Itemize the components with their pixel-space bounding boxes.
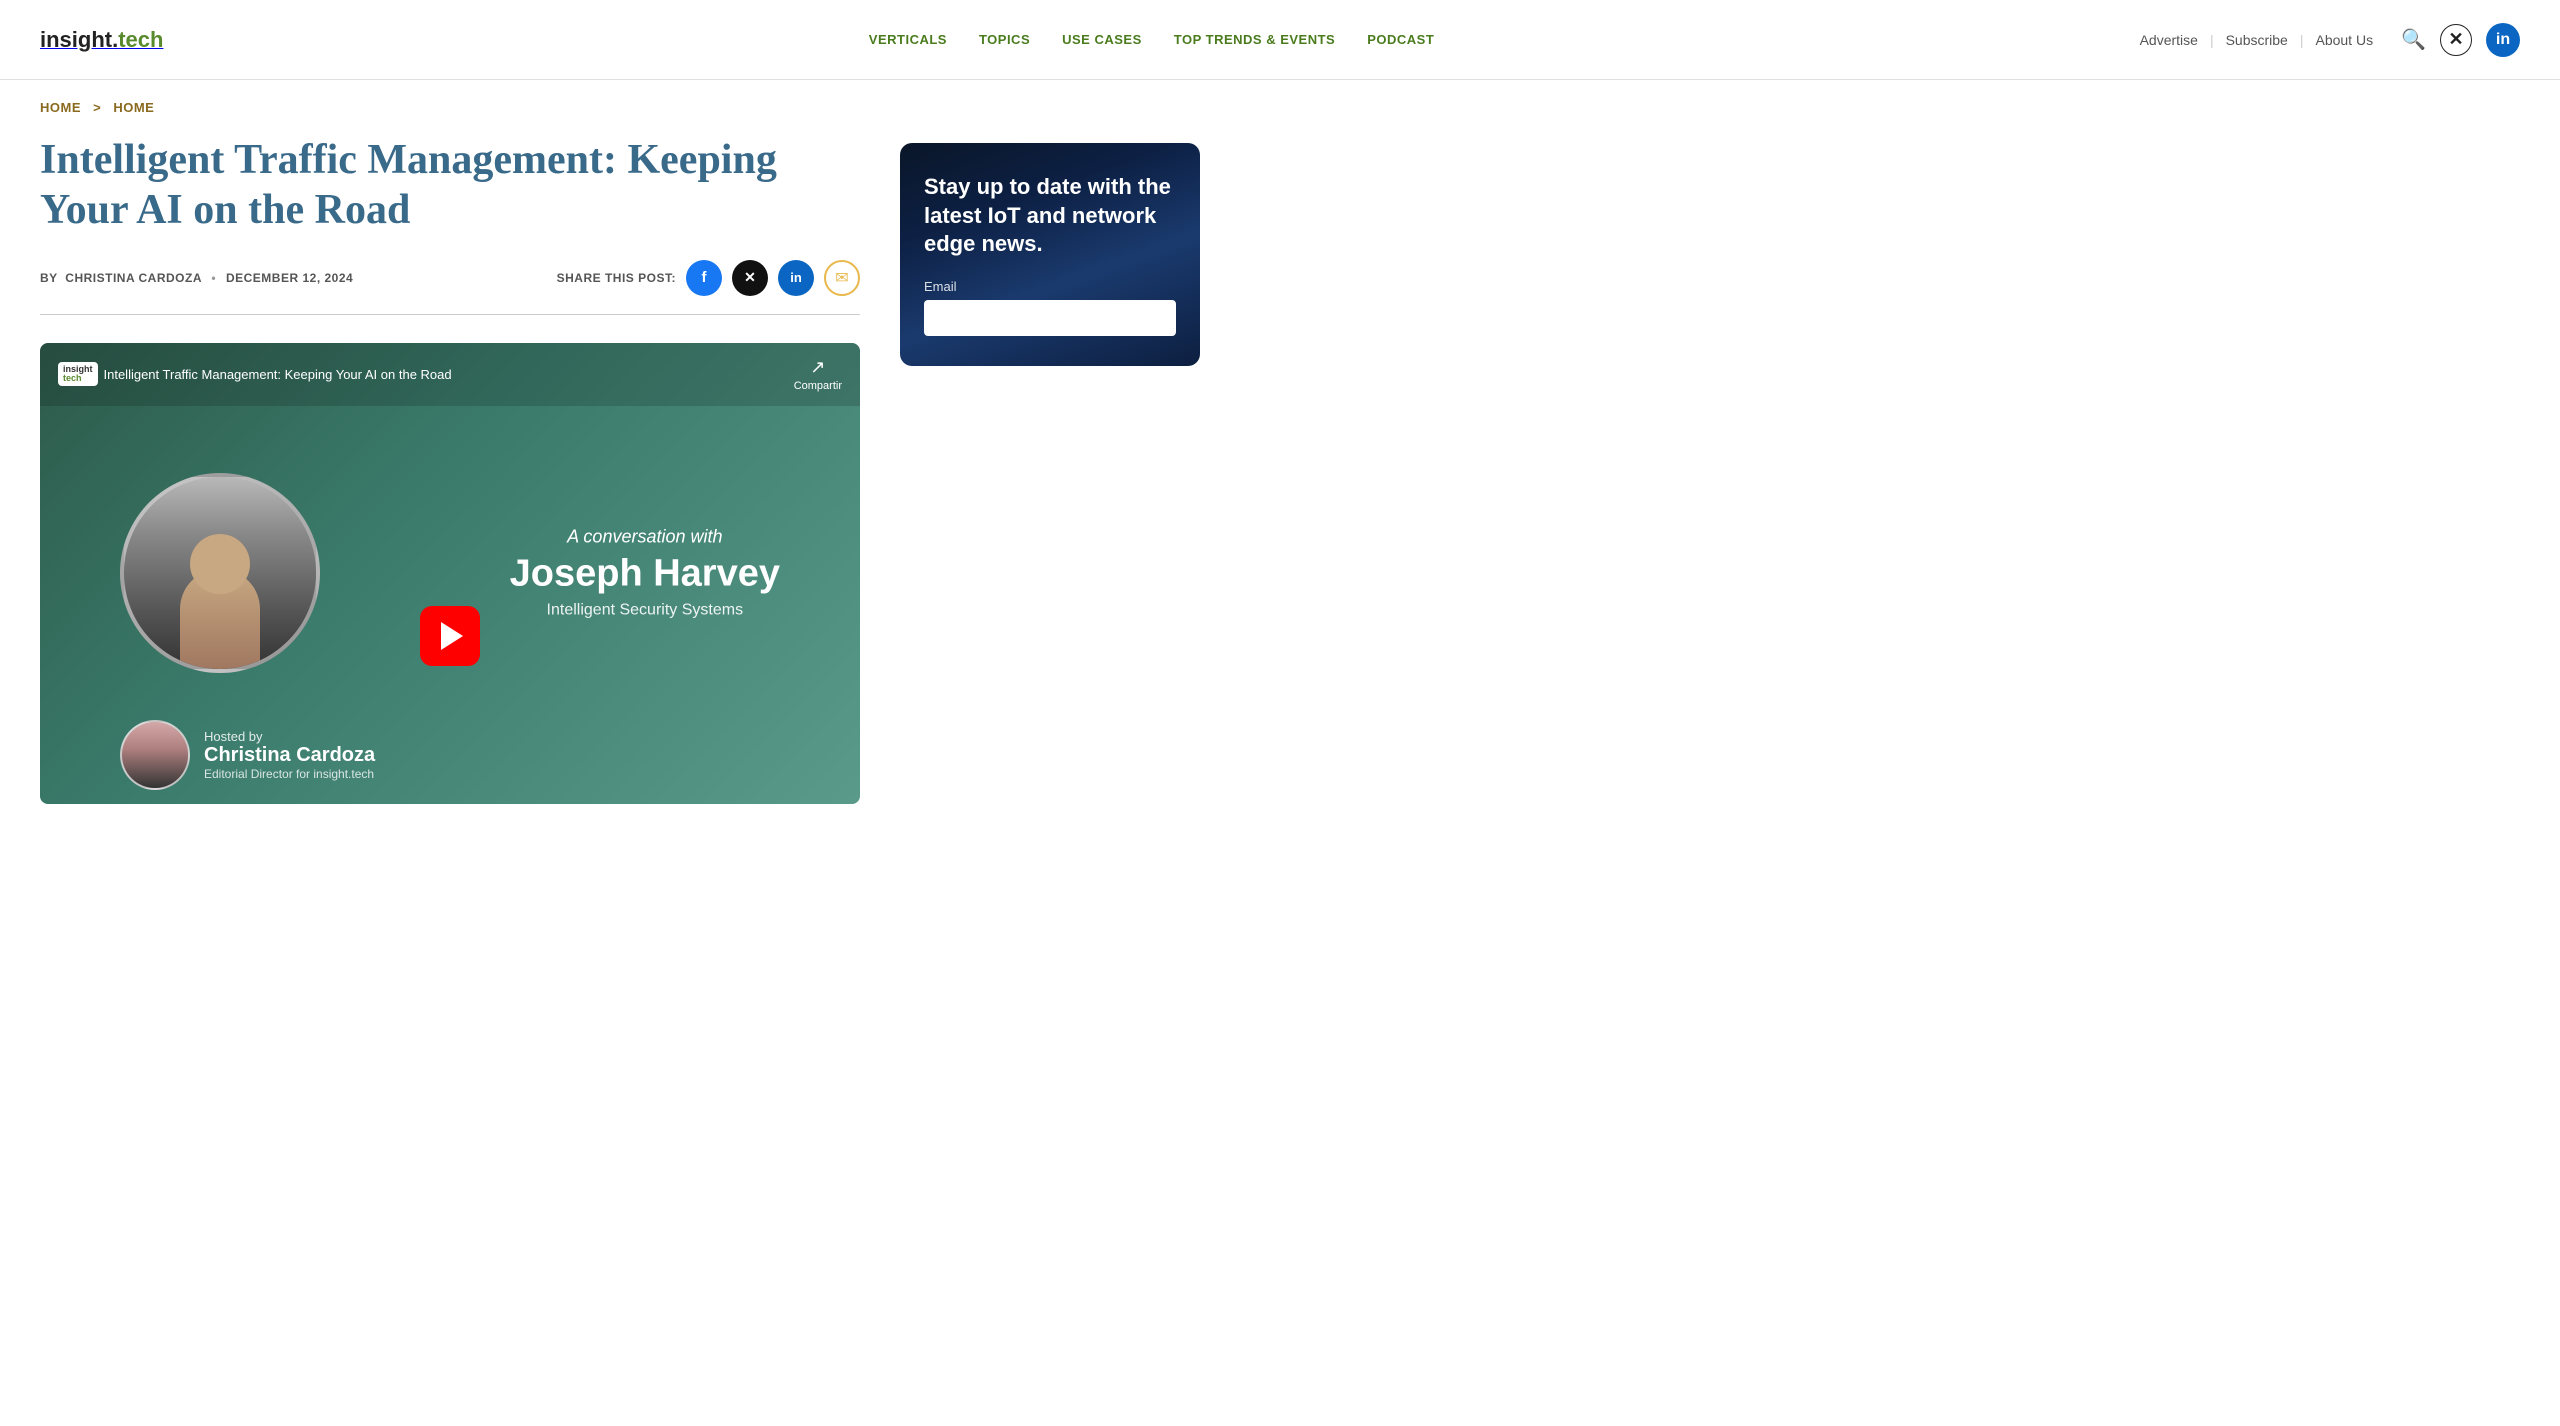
linkedin-icon[interactable]: in [2486, 23, 2520, 57]
main-container: Intelligent Traffic Management: Keeping … [0, 125, 1400, 844]
share-row: SHARE THIS POST: f ✕ in ✉ [557, 260, 860, 296]
about-link[interactable]: About Us [2315, 32, 2373, 48]
newsletter-title: Stay up to date with the latest IoT and … [924, 173, 1176, 259]
meta-row: BY CHRISTINA CARDOZA • DECEMBER 12, 2024… [40, 260, 860, 296]
link-divider-2: | [2300, 32, 2304, 48]
advertise-link[interactable]: Advertise [2140, 32, 2198, 48]
logo-accent: tech [118, 27, 163, 52]
twitter-x-icon[interactable]: ✕ [2440, 24, 2472, 56]
facebook-icon: f [702, 269, 707, 286]
search-icon[interactable]: 🔍 [2401, 27, 2426, 52]
author-info: BY CHRISTINA CARDOZA • DECEMBER 12, 2024 [40, 271, 353, 285]
header-social-icons: 🔍 ✕ in [2401, 23, 2520, 57]
host-photo [120, 720, 190, 790]
share-label: SHARE THIS POST: [557, 271, 676, 285]
share-email-button[interactable]: ✉ [824, 260, 860, 296]
linkedin-share-icon: in [790, 270, 802, 285]
article-date: DECEMBER 12, 2024 [226, 271, 353, 285]
email-icon: ✉ [835, 268, 848, 288]
sidebar: Stay up to date with the latest IoT and … [900, 135, 1200, 804]
author-name: CHRISTINA CARDOZA [65, 271, 201, 285]
email-input[interactable] [924, 300, 1176, 336]
nav-podcast[interactable]: PODCAST [1367, 32, 1434, 47]
hosted-by-label: Hosted by [204, 729, 375, 744]
x-icon: ✕ [744, 269, 756, 286]
breadcrumb: HOME > HOME [0, 80, 2560, 125]
article-area: Intelligent Traffic Management: Keeping … [40, 135, 860, 804]
share-twitter-button[interactable]: ✕ [732, 260, 768, 296]
play-button[interactable] [420, 606, 480, 666]
host-title: Editorial Director for insight.tech [204, 767, 375, 781]
newsletter-widget: Stay up to date with the latest IoT and … [900, 143, 1200, 366]
video-logo: insighttech Intelligent Traffic Manageme… [58, 362, 452, 386]
video-share-icon: ↗ [810, 357, 825, 378]
video-share-text: Compartir [794, 380, 842, 392]
breadcrumb-separator: > [93, 100, 101, 115]
subscribe-link[interactable]: Subscribe [2226, 32, 2288, 48]
share-linkedin-button[interactable]: in [778, 260, 814, 296]
video-share-button[interactable]: ↗ Compartir [794, 357, 842, 392]
article-title: Intelligent Traffic Management: Keeping … [40, 135, 860, 236]
host-section: Hosted by Christina Cardoza Editorial Di… [120, 720, 375, 790]
breadcrumb-home1[interactable]: HOME [40, 100, 81, 115]
guest-company: Intelligent Security Systems [510, 602, 780, 620]
nav-verticals[interactable]: VERTICALS [869, 32, 947, 47]
author-prefix: BY [40, 271, 57, 285]
guest-photo [120, 473, 320, 673]
meta-separator: • [211, 271, 216, 285]
breadcrumb-home2[interactable]: HOME [113, 100, 154, 115]
email-label: Email [924, 279, 1176, 294]
play-icon [441, 622, 463, 650]
host-info: Hosted by Christina Cardoza Editorial Di… [204, 729, 375, 781]
nav-use-cases[interactable]: USE CASES [1062, 32, 1142, 47]
nav-topics[interactable]: TOPICS [979, 32, 1030, 47]
video-thumbnail[interactable]: insighttech Intelligent Traffic Manageme… [40, 343, 860, 804]
conversation-label: A conversation with [510, 527, 780, 548]
content-divider [40, 314, 860, 315]
video-guest-info: A conversation with Joseph Harvey Intell… [510, 527, 780, 620]
header-secondary-links: Advertise | Subscribe | About Us [2140, 32, 2374, 48]
video-title-text: Intelligent Traffic Management: Keeping … [104, 367, 452, 382]
video-logo-accent: tech [63, 373, 82, 383]
header-right: Advertise | Subscribe | About Us 🔍 ✕ in [2140, 23, 2520, 57]
host-name: Christina Cardoza [204, 744, 375, 767]
main-nav: VERTICALS TOPICS USE CASES TOP TRENDS & … [869, 32, 1434, 47]
guest-name: Joseph Harvey [510, 554, 780, 596]
site-logo[interactable]: insight.tech [40, 27, 163, 53]
video-top-bar: insighttech Intelligent Traffic Manageme… [40, 343, 860, 406]
logo-main: insight. [40, 27, 118, 52]
nav-top-trends[interactable]: TOP TRENDS & EVENTS [1174, 32, 1335, 47]
link-divider-1: | [2210, 32, 2214, 48]
share-facebook-button[interactable]: f [686, 260, 722, 296]
video-logo-box: insighttech [58, 362, 98, 386]
